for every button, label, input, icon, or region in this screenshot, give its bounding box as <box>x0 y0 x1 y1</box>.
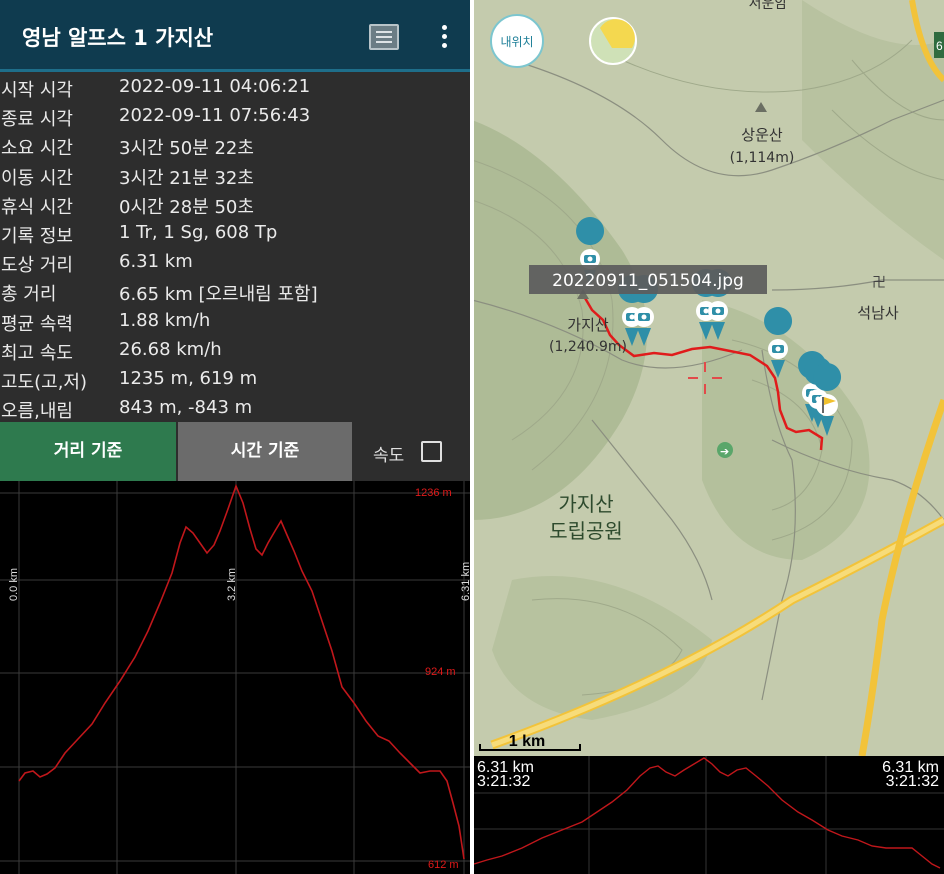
stat-row: 도상 거리 6.31 km <box>0 247 472 276</box>
elevation-profile-svg: 1236 m 924 m 612 m 0.0 km 3.2 km 6.31 km <box>0 481 472 874</box>
temple-label: 석남사 <box>857 304 899 322</box>
stat-value: 843 m, -843 m <box>119 397 253 419</box>
stat-row: 기록 정보 1 Tr, 1 Sg, 608 Tp <box>0 218 472 247</box>
map-panel: 卍 ➔ 서운암 상운산 (1,114m) 가지산 (1,240.9m) 석남사 … <box>472 0 944 874</box>
stat-label: 기록 정보 <box>1 226 73 247</box>
road-number: 6 <box>936 39 943 53</box>
peak2-elevation: (1,240.9m) <box>549 339 627 355</box>
map-svg: 卍 ➔ 서운암 상운산 (1,114m) 가지산 (1,240.9m) 석남사 … <box>472 0 944 756</box>
more-vert-icon[interactable] <box>430 22 460 52</box>
topographic-map[interactable]: 卍 ➔ 서운암 상운산 (1,114m) 가지산 (1,240.9m) 석남사 … <box>472 0 944 756</box>
stat-value: 1.88 km/h <box>119 309 211 331</box>
stat-value: 2022-09-11 04:06:21 <box>119 76 311 97</box>
stat-label: 고도(고,저) <box>1 372 88 393</box>
mini-elevation-profile[interactable]: 6.31 km 3:21:32 6.31 km 3:21:32 <box>472 756 944 874</box>
stat-label: 평균 속력 <box>1 313 73 335</box>
stat-row: 평균 속력 1.88 km/h <box>0 306 472 335</box>
y-mid-label: 924 m <box>425 666 456 678</box>
stat-value: 0시간 28분 50초 <box>119 196 254 218</box>
park-name-line1: 가지산 <box>558 492 613 516</box>
stat-row: 고도(고,저) 1235 m, 619 m <box>0 364 472 393</box>
stat-row: 휴식 시간 0시간 28분 50초 <box>0 189 472 218</box>
stat-label: 시작 시각 <box>1 80 73 101</box>
mini-profile-svg <box>472 756 944 874</box>
photo-tooltip[interactable]: 20220911_051504.jpg <box>552 271 744 291</box>
x-start-label: 0.0 km <box>8 568 20 601</box>
top-place-label: 서운암 <box>749 0 788 12</box>
peak2-name: 가지산 <box>567 316 609 334</box>
list-icon[interactable] <box>369 24 399 50</box>
elevation-profile-chart[interactable]: 1236 m 924 m 612 m 0.0 km 3.2 km 6.31 km <box>0 481 472 874</box>
peak1-elevation: (1,114m) <box>730 150 795 166</box>
temple-icon: 卍 <box>872 275 886 291</box>
stat-value: 3시간 21분 32초 <box>119 167 254 189</box>
stat-value: 2022-09-11 07:56:43 <box>119 105 311 127</box>
stat-value: 6.31 km <box>119 251 193 273</box>
panel-divider <box>470 0 474 874</box>
stat-row: 시작 시각 2022-09-11 04:06:21 <box>0 72 472 101</box>
stat-label: 휴식 시간 <box>1 196 73 218</box>
mini-elevation-line <box>473 757 941 869</box>
x-mid-label: 3.2 km <box>226 568 238 601</box>
stat-label: 이동 시간 <box>1 167 73 189</box>
stat-row: 오름,내림 843 m, -843 m <box>0 393 472 422</box>
stat-value: 1235 m, 619 m <box>119 368 258 389</box>
mini-right-time: 3:21:32 <box>885 773 939 790</box>
stat-label: 도상 거리 <box>1 255 73 277</box>
stat-value: 6.65 km [오르내림 포함] <box>119 284 318 306</box>
y-min-label: 612 m <box>428 859 459 871</box>
stat-label: 총 거리 <box>1 284 57 306</box>
stat-label: 최고 속도 <box>1 342 73 364</box>
stat-row: 총 거리 6.65 km [오르내림 포함] <box>0 276 472 305</box>
mini-left-time: 3:21:32 <box>477 773 531 790</box>
speed-label: 속도 <box>373 446 405 466</box>
arrow-glyph: ➔ <box>720 445 729 458</box>
stat-row: 최고 속도 26.68 km/h <box>0 335 472 364</box>
stat-value: 26.68 km/h <box>119 338 222 360</box>
stat-value: 1 Tr, 1 Sg, 608 Tp <box>119 222 278 243</box>
stat-label: 소요 시간 <box>1 138 73 160</box>
stat-row: 이동 시간 3시간 21분 32초 <box>0 160 472 189</box>
stat-row: 소요 시간 3시간 50분 22초 <box>0 130 472 159</box>
peak1-name: 상운산 <box>741 126 783 144</box>
speed-checkbox[interactable] <box>421 441 442 462</box>
y-max-label: 1236 m <box>415 487 452 499</box>
stat-label: 종료 시각 <box>1 109 73 131</box>
scale-label: 1 km <box>509 733 545 750</box>
track-info-panel: 영남 알프스 1 가지산 시작 시각 2022-09-11 04:06:21 종료 … <box>0 0 472 874</box>
stat-row: 종료 시각 2022-09-11 07:56:43 <box>0 101 472 130</box>
track-title: 영남 알프스 1 가지산 <box>22 26 214 50</box>
stat-label: 오름,내림 <box>1 401 73 423</box>
time-basis-button[interactable]: 시간 기준 <box>178 422 352 481</box>
stat-value: 3시간 50분 22초 <box>119 138 254 160</box>
distance-basis-button[interactable]: 거리 기준 <box>0 422 176 481</box>
app-toolbar: 영남 알프스 1 가지산 <box>0 0 472 72</box>
park-name-line2: 도립공원 <box>549 519 623 543</box>
my-location-label[interactable]: 내위치 <box>500 35 533 49</box>
